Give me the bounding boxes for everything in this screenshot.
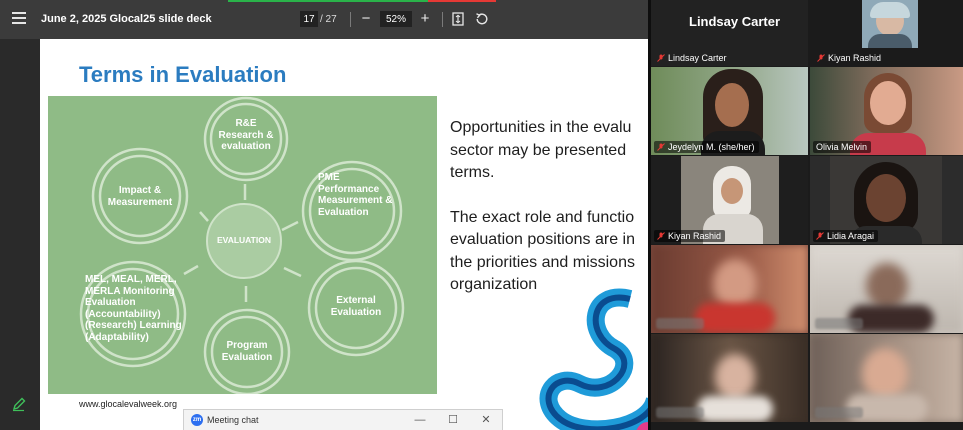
participant-video-thumbnail	[862, 0, 918, 48]
muted-mic-icon	[657, 143, 665, 151]
document-title: June 2, 2025 Glocal25 slide deck	[41, 13, 212, 25]
participant-name-tag: Lindsay Carter	[654, 52, 731, 64]
body-paragraph-1: Opportunities in the evalu sector may be…	[450, 119, 632, 181]
muted-mic-icon	[657, 232, 665, 240]
diagram-node-pme: PME Performance Measurement & Evaluation	[318, 172, 393, 218]
zoom-app-icon: zm	[191, 414, 203, 426]
video-tile-lidia-aragai[interactable]: Lidia Aragai	[810, 156, 963, 244]
video-tile-jeydelyn[interactable]: Jeydelyn M. (she/her)	[651, 67, 808, 155]
decorative-logo-shape	[539, 288, 648, 430]
participant-name-tag: Jeydelyn M. (she/her)	[654, 141, 759, 153]
muted-mic-icon	[657, 54, 665, 62]
active-speaker-name: Lindsay Carter	[689, 14, 781, 29]
video-gallery: Lindsay Carter Lindsay Carter Kiyan Rash…	[648, 0, 963, 430]
participant-name-tag: Olivia Melvin	[813, 141, 872, 153]
toolbar-divider	[442, 12, 443, 27]
page-number-input[interactable]	[300, 11, 318, 27]
participant-name-tag: Kiyan Rashid	[654, 230, 726, 242]
zoom-level-input[interactable]	[380, 11, 412, 27]
video-tile-blurred[interactable]	[810, 334, 963, 422]
slide-page: Terms in Evaluation EVALUATION R&E Resea…	[40, 39, 648, 430]
muted-mic-icon	[816, 232, 824, 240]
blurred-name-tag	[815, 407, 863, 418]
diagram-node-mel-meal-merl: MEL, MEAL, MERL, MERLA Monitoring Evalua…	[85, 274, 182, 343]
meeting-chat-window[interactable]: zm Meeting chat — ☐ ✕	[183, 409, 503, 430]
stop-share-indicator[interactable]	[428, 0, 496, 2]
evaluation-terms-diagram: EVALUATION R&E Research & evaluation PME…	[48, 96, 437, 394]
muted-mic-icon	[817, 54, 825, 62]
blurred-name-tag	[656, 407, 704, 418]
pdf-viewer: June 2, 2025 Glocal25 slide deck / 27 − …	[0, 0, 648, 430]
diagram-node-program-evaluation: Program Evaluation	[221, 340, 273, 363]
viewer-toolbar: June 2, 2025 Glocal25 slide deck / 27 − …	[0, 0, 648, 39]
participant-name-tag: Kiyan Rashid	[814, 52, 885, 64]
footer-website: www.glocalevalweek.org	[79, 399, 178, 409]
video-tile-blurred[interactable]	[810, 245, 963, 333]
zoom-out-button[interactable]: −	[358, 9, 374, 29]
zoom-in-button[interactable]: +	[417, 9, 433, 29]
share-indicator-bar	[228, 0, 428, 2]
blurred-name-tag	[656, 318, 704, 329]
diagram-node-impact-measurement: Impact & Measurement	[107, 185, 173, 208]
video-tile-olivia-melvin[interactable]: Olivia Melvin	[810, 67, 963, 155]
annotate-pen-icon[interactable]	[11, 396, 27, 412]
video-tile-blurred[interactable]	[651, 245, 808, 333]
diagram-node-external-evaluation: External Evaluation	[330, 295, 382, 318]
blurred-name-tag	[815, 318, 863, 329]
chat-window-title: Meeting chat	[207, 415, 259, 425]
rotate-view-icon[interactable]	[474, 11, 490, 27]
diagram-center-label: EVALUATION	[217, 235, 271, 245]
maximize-icon[interactable]: ☐	[444, 412, 462, 428]
close-icon[interactable]: ✕	[477, 412, 495, 428]
video-tile-kiyan-rashid[interactable]: Kiyan Rashid	[651, 156, 808, 244]
slide-title: Terms in Evaluation	[79, 62, 287, 87]
minimize-icon[interactable]: —	[411, 412, 429, 428]
diagram-node-research-evaluation: R&E Research & evaluation	[218, 118, 274, 152]
toolbar-divider	[350, 12, 351, 27]
fit-page-icon[interactable]	[452, 12, 464, 26]
video-tile-kiyan-rashid-top[interactable]: Kiyan Rashid	[811, 0, 963, 66]
page-total: / 27	[320, 14, 337, 25]
video-tile-lindsay-carter[interactable]: Lindsay Carter Lindsay Carter	[651, 0, 808, 66]
participant-name-tag: Lidia Aragai	[813, 230, 879, 242]
hamburger-menu-icon[interactable]	[12, 12, 26, 24]
video-tile-blurred[interactable]	[651, 334, 808, 422]
